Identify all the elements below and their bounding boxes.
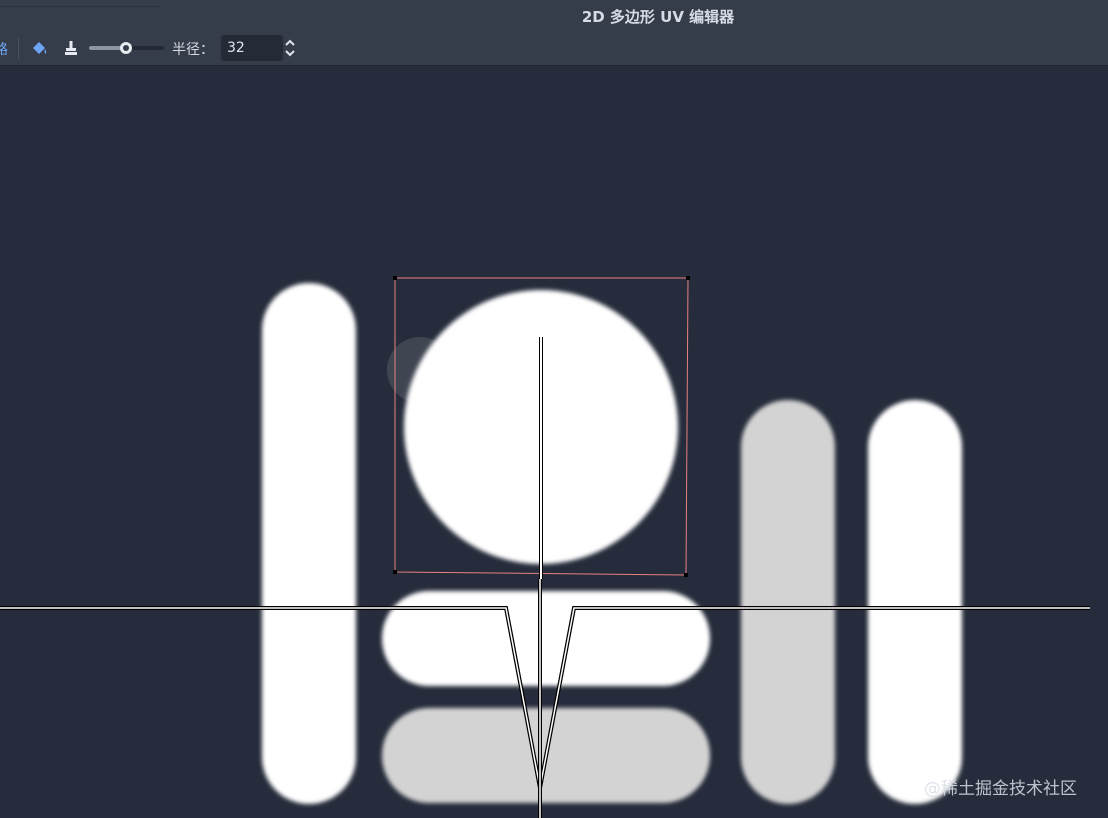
title-bar: 2D 多边形 UV 编辑器 <box>0 0 1108 32</box>
brush-size-slider[interactable] <box>89 42 164 54</box>
cut-off-toolbar-label[interactable]: 路 <box>0 39 8 57</box>
polygon-vertex[interactable] <box>684 573 688 577</box>
spin-arrows-icon[interactable] <box>282 37 298 59</box>
polygon-vertex[interactable] <box>686 276 690 280</box>
texture-shapes <box>262 283 962 804</box>
slider-grabber[interactable] <box>119 42 132 54</box>
uv-canvas[interactable] <box>0 66 1108 818</box>
gray-bar <box>741 400 835 804</box>
polygon-vertex[interactable] <box>393 570 397 574</box>
toolbar-separator <box>18 38 19 59</box>
brush-cursor <box>387 337 453 403</box>
white-pill <box>382 591 710 686</box>
paint-bucket-icon[interactable] <box>30 39 48 57</box>
brush-clear-icon[interactable] <box>62 39 80 57</box>
watermark-text: @稀土掘金技术社区 <box>924 779 1077 799</box>
right-white-bar <box>868 400 962 804</box>
uv-toolbar: 路 半径： 32 <box>0 32 1108 66</box>
polygon-vertex[interactable] <box>393 276 397 280</box>
tall-white-bar <box>262 283 356 804</box>
radius-input[interactable]: 32 <box>227 40 245 56</box>
radius-label: 半径： <box>172 42 214 58</box>
radius-spinbox[interactable]: 32 <box>221 35 283 61</box>
window-title: 2D 多边形 UV 编辑器 <box>581 8 735 26</box>
